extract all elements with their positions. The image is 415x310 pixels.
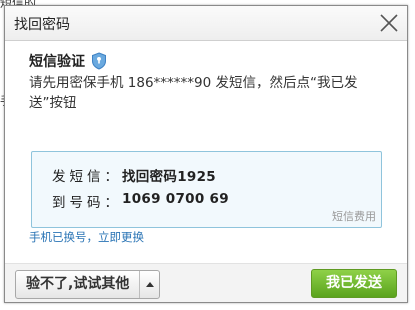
close-button[interactable] xyxy=(377,11,401,35)
sent-button[interactable]: 我已发送 xyxy=(311,269,397,298)
heading-label: 短信验证 xyxy=(29,54,85,70)
instruction-text: 请先用密保手机 186******90 发短信，然后点“我已发送”按钮 xyxy=(29,75,358,111)
sms-number-label: 到号码： xyxy=(52,195,122,211)
sms-content-row: 发短信： 找回密码1925 xyxy=(52,165,216,185)
sms-fee-link[interactable]: 短信费用 xyxy=(332,208,376,224)
sms-info-box: 发短信： 找回密码1925 到号码： 1069 0700 69 短信费用 xyxy=(31,151,382,228)
alt-methods-dropdown-toggle[interactable] xyxy=(139,271,159,298)
close-icon xyxy=(380,14,398,32)
find-password-dialog: 找回密码 短信验证 请先用密保手机 186******90 发短信，然后点“我已… xyxy=(4,5,408,303)
dialog-footer: 验不了,试试其他 我已发送 xyxy=(5,263,407,302)
sms-number-row: 到号码： 1069 0700 69 xyxy=(52,191,229,211)
shield-icon xyxy=(91,52,107,70)
section-heading: 短信验证 xyxy=(29,51,107,71)
try-other-method-button[interactable]: 验不了,试试其他 xyxy=(16,271,139,298)
triangle-up-icon xyxy=(145,282,154,287)
dialog-titlebar: 找回密码 xyxy=(5,6,407,41)
sms-number-value: 1069 0700 69 xyxy=(122,191,229,207)
phone-changed-link[interactable]: 手机已换号，立即更换 xyxy=(29,229,144,245)
alt-verify-split-button: 验不了,试试其他 xyxy=(15,270,161,299)
dialog-content: 短信验证 请先用密保手机 186******90 发短信，然后点“我已发送”按钮… xyxy=(5,41,407,302)
dialog-title: 找回密码 xyxy=(14,17,70,33)
sms-content-value: 找回密码1925 xyxy=(122,169,216,185)
sms-content-label: 发短信： xyxy=(52,169,122,185)
